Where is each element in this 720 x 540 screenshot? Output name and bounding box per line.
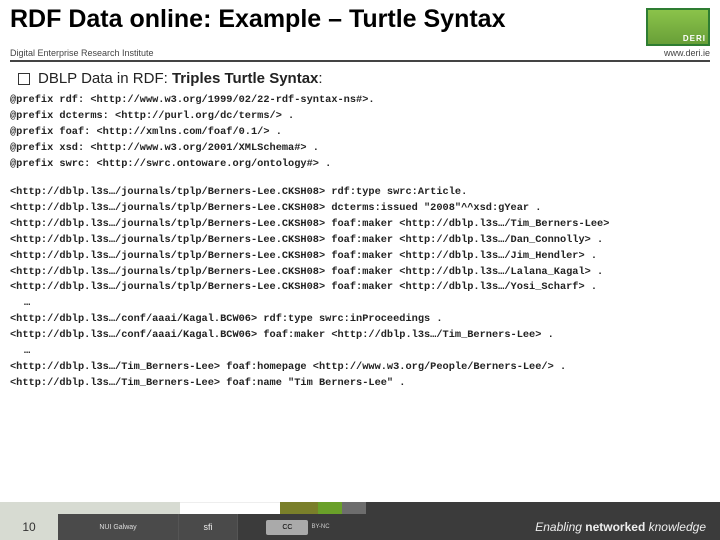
page-title: RDF Data online: Example – Turtle Syntax [10,6,505,34]
triple-line: <http://dblp.l3s…/journals/tplp/Berners-… [10,217,710,233]
cc-license: CC BY-NC [238,520,358,535]
prefix-line: @prefix dcterms: <http://purl.org/dc/ter… [10,109,710,125]
bullet-suffix: : [318,70,322,87]
prefix-line: @prefix foaf: <http://xmlns.com/foaf/0.1… [10,125,710,141]
code-block: @prefix rdf: <http://www.w3.org/1999/02/… [0,93,720,392]
footer-color-bar [0,502,720,514]
subhead: Digital Enterprise Research Institute ww… [0,46,720,58]
sfi-logo: sfi [179,514,238,540]
footer-content: 10 NUI Galway sfi CC BY-NC Enabling netw… [0,514,720,540]
bullet-bold: Triples Turtle Syntax [172,70,318,87]
slide: RDF Data online: Example – Turtle Syntax… [0,0,720,540]
triple-line: <http://dblp.l3s…/journals/tplp/Berners-… [10,280,710,296]
title-row: RDF Data online: Example – Turtle Syntax… [0,0,720,46]
bullet-row: DBLP Data in RDF: Triples Turtle Syntax: [0,62,720,93]
prefix-line: @prefix xsd: <http://www.w3.org/2001/XML… [10,141,710,157]
cc-badge-icon: CC [266,520,308,535]
nui-galway-logo: NUI Galway [58,514,179,540]
institute-name: Digital Enterprise Research Institute [10,48,154,58]
tagline-pre: Enabling [535,520,585,534]
triple-line: <http://dblp.l3s…/Tim_Berners-Lee> foaf:… [10,376,710,392]
triple-line: <http://dblp.l3s…/journals/tplp/Berners-… [10,233,710,249]
tagline-bold: networked [585,520,645,534]
bullet-icon [18,73,30,85]
triple-line: <http://dblp.l3s…/Tim_Berners-Lee> foaf:… [10,360,710,376]
deri-logo: DERI [646,8,710,46]
footer: 10 NUI Galway sfi CC BY-NC Enabling netw… [0,502,720,540]
cc-sub: BY-NC [311,524,329,530]
bullet-prefix: DBLP Data in RDF: [38,70,172,87]
tagline: Enabling networked knowledge [358,520,720,534]
tagline-post: knowledge [645,520,706,534]
prefix-line: @prefix swrc: <http://swrc.ontoware.org/… [10,157,710,173]
ellipsis: … [10,344,710,360]
ellipsis: … [10,296,710,312]
triple-line: <http://dblp.l3s…/journals/tplp/Berners-… [10,185,710,201]
triple-line: <http://dblp.l3s…/conf/aaai/Kagal.BCW06>… [10,312,710,328]
site-url: www.deri.ie [664,48,710,58]
bullet-text: DBLP Data in RDF: Triples Turtle Syntax: [38,70,323,87]
triple-line: <http://dblp.l3s…/conf/aaai/Kagal.BCW06>… [10,328,710,344]
deri-logo-text: DERI [683,34,706,43]
page-number: 10 [0,514,58,540]
prefix-line: @prefix rdf: <http://www.w3.org/1999/02/… [10,93,710,109]
triple-line: <http://dblp.l3s…/journals/tplp/Berners-… [10,265,710,281]
triple-line: <http://dblp.l3s…/journals/tplp/Berners-… [10,201,710,217]
triple-line: <http://dblp.l3s…/journals/tplp/Berners-… [10,249,710,265]
